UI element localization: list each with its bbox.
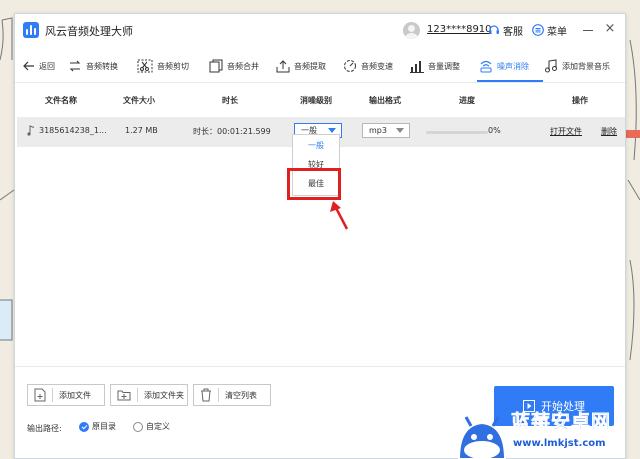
tool-audio-cut[interactable]: 音频剪切 <box>137 52 189 80</box>
toolbar: 返回 音频转换 音频剪切 音频合并 音频提取 音频变速 音量调整 噪声消除 添加… <box>15 52 625 80</box>
tool-label: 噪声消除 <box>497 61 529 71</box>
add-file-label: 添加文件 <box>59 390 91 400</box>
open-file-link[interactable]: 打开文件 <box>550 126 582 137</box>
account-link[interactable]: 123****8910 <box>427 24 492 35</box>
radio-unchecked-icon <box>133 421 143 432</box>
music-note-icon <box>545 59 557 73</box>
format-select[interactable]: mp3 <box>362 123 410 138</box>
column-header: 操作 <box>572 96 588 105</box>
format-value: mp3 <box>369 126 387 135</box>
merge-icon <box>209 59 223 73</box>
delete-link[interactable]: 删除 <box>601 126 617 137</box>
table-header: 文件名称 文件大小 时长 消噪级别 输出格式 进度 操作 <box>15 92 625 110</box>
tool-audio-convert[interactable]: 音频转换 <box>68 52 118 80</box>
tool-label: 音频变速 <box>361 61 393 71</box>
folder-add-icon <box>117 390 131 401</box>
tool-audio-merge[interactable]: 音频合并 <box>209 52 259 80</box>
menu-icon <box>532 24 544 36</box>
radio-label: 原目录 <box>92 422 116 431</box>
file-size: 1.27 MB <box>125 126 158 135</box>
support-label: 客服 <box>503 26 523 38</box>
dropdown-option-normal[interactable]: 一般 <box>293 137 339 154</box>
annotation-arrow-icon <box>330 201 349 230</box>
divider <box>218 388 219 402</box>
minimize-button[interactable] <box>583 30 593 31</box>
file-duration: 时长：00:01:21.599 <box>193 127 271 136</box>
clear-list-button[interactable]: 清空列表 <box>193 384 271 406</box>
add-file-button[interactable]: 添加文件 <box>27 384 105 406</box>
extract-icon <box>276 60 290 73</box>
tool-label: 音频合并 <box>227 61 259 71</box>
tool-label: 音频提取 <box>294 61 326 71</box>
tool-label: 添加背景音乐 <box>562 61 610 71</box>
add-folder-label: 添加文件夹 <box>144 390 184 400</box>
tool-volume-adjust[interactable]: 音量调整 <box>410 52 460 80</box>
column-header: 文件名称 <box>45 96 77 105</box>
divider <box>15 82 625 83</box>
radio-label: 自定义 <box>146 422 170 431</box>
audio-file-icon <box>27 125 35 136</box>
tool-label: 音频剪切 <box>157 61 189 71</box>
back-label: 返回 <box>39 61 55 71</box>
convert-icon <box>69 60 81 72</box>
menu-label: 菜单 <box>547 26 567 38</box>
radio-original-directory[interactable]: 原目录 <box>79 421 116 432</box>
chevron-down-icon <box>328 128 336 133</box>
file-name: 3185614238_1... <box>39 126 107 135</box>
back-button[interactable]: 返回 <box>23 52 55 80</box>
column-header: 输出格式 <box>369 96 401 105</box>
headset-icon <box>489 25 499 34</box>
divider <box>15 366 625 367</box>
progress-bar <box>426 131 488 134</box>
close-button[interactable]: × <box>604 22 616 35</box>
android-logo-icon <box>457 416 507 459</box>
tool-label: 音频转换 <box>86 61 118 71</box>
output-path-label: 输出路径: <box>27 424 62 433</box>
menu-button[interactable]: 菜单 <box>532 22 567 38</box>
back-arrow-icon <box>23 61 34 71</box>
app-logo-icon <box>23 22 39 38</box>
radio-checked-icon <box>79 421 89 432</box>
column-header: 时长 <box>222 96 238 105</box>
column-header: 文件大小 <box>123 96 155 105</box>
title-bar: 风云音频处理大师 123****8910 客服 菜单 × <box>15 14 625 47</box>
column-header: 消噪级别 <box>300 96 332 105</box>
tool-add-bgm[interactable]: 添加背景音乐 <box>544 52 610 80</box>
tool-noise-removal[interactable]: 噪声消除 <box>479 52 529 80</box>
tool-label: 音量调整 <box>428 61 460 71</box>
scissors-icon <box>137 59 153 73</box>
watermark-title: 蓝莓安卓网 <box>511 411 612 434</box>
radio-custom-directory[interactable]: 自定义 <box>133 421 170 432</box>
divider <box>137 388 138 402</box>
column-header: 进度 <box>459 96 475 105</box>
file-add-icon <box>34 388 46 402</box>
divider <box>52 388 53 402</box>
clear-list-label: 清空列表 <box>225 390 257 400</box>
noise-icon <box>480 60 492 73</box>
speed-icon <box>344 60 356 72</box>
watermark: 蓝莓安卓网 www.lmkjst.com <box>455 405 640 459</box>
volume-bars-icon <box>410 61 424 73</box>
app-title: 风云音频处理大师 <box>45 25 133 38</box>
tool-audio-extract[interactable]: 音频提取 <box>276 52 326 80</box>
app-window: 风云音频处理大师 123****8910 客服 菜单 × 返回 音频转换 音频剪… <box>14 13 626 459</box>
support-button[interactable]: 客服 <box>488 22 523 38</box>
watermark-url: www.lmkjst.com <box>513 438 606 449</box>
add-folder-button[interactable]: 添加文件夹 <box>110 384 188 406</box>
tool-audio-speed[interactable]: 音频变速 <box>343 52 393 80</box>
trash-icon <box>201 388 211 402</box>
avatar[interactable] <box>403 22 420 39</box>
chevron-down-icon <box>396 128 404 133</box>
progress-text: 0% <box>488 126 501 135</box>
highlight-annotation-box <box>287 168 341 200</box>
